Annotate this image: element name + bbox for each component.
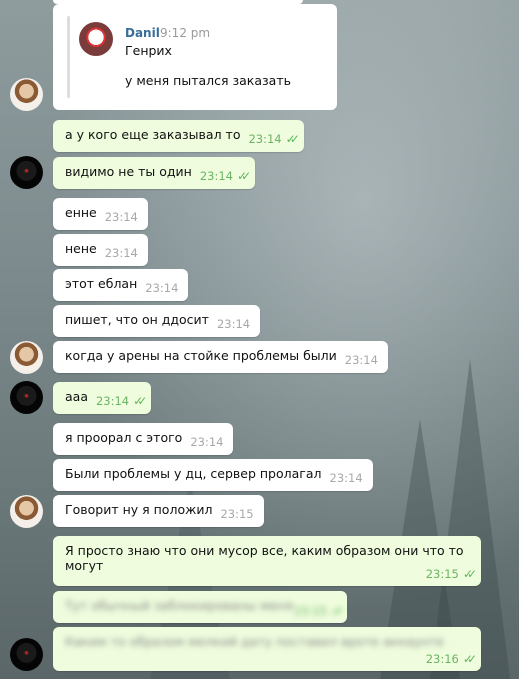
message-bubble[interactable]: пишет, что он ддосит 23:14 bbox=[53, 305, 261, 337]
double-check-icon: ✓✓ bbox=[330, 604, 345, 618]
message-bubble[interactable]: Каким то образом мелкий дату поставил вр… bbox=[53, 627, 481, 671]
quote-bar bbox=[67, 16, 70, 98]
message-bubble[interactable]: когда у арены на стойке проблемы были 23:… bbox=[53, 341, 388, 373]
quoted-author-avatar[interactable] bbox=[79, 22, 113, 56]
message-text: Были проблемы у дц, сервер пролагал bbox=[65, 466, 322, 481]
message-bubble[interactable]: енне 23:14 bbox=[53, 198, 148, 230]
avatar[interactable] bbox=[10, 495, 43, 528]
message-text: Я просто знаю что они мусор все, каким о… bbox=[65, 543, 464, 558]
message-time: 23:15 bbox=[220, 507, 254, 521]
quoted-time: 9:12 pm bbox=[160, 26, 211, 40]
message-text: ааа bbox=[65, 389, 88, 404]
message-time: 23:14 bbox=[248, 132, 282, 146]
message-text: могут bbox=[65, 558, 104, 573]
message-text: когда у арены на стойке проблемы были bbox=[65, 348, 337, 363]
message-text: я проорал с этого bbox=[65, 430, 183, 445]
message-time: 23:14 bbox=[329, 471, 363, 485]
message-text: Говорит ну я положил bbox=[65, 502, 213, 517]
message-bubble[interactable]: этот еблан 23:14 bbox=[53, 269, 189, 301]
message-bubble[interactable]: ааа 23:14 ✓✓ bbox=[53, 382, 152, 414]
message-time: 23:14 bbox=[190, 435, 224, 449]
avatar[interactable] bbox=[10, 381, 43, 414]
message-text: этот еблан bbox=[65, 276, 138, 291]
quoted-text: Генрих bbox=[125, 43, 172, 58]
message-time: 23:14 bbox=[199, 169, 234, 183]
avatar[interactable] bbox=[10, 638, 43, 671]
message-text-blurred: Тут обычный заблокированы меня bbox=[65, 598, 293, 613]
double-check-icon: ✓✓ bbox=[237, 169, 251, 183]
message-bubble[interactable]: Я просто знаю что они мусор все, каким о… bbox=[53, 536, 481, 586]
message-time: 23:14 bbox=[95, 394, 130, 408]
message-bubble[interactable]: я проорал с этого 23:14 bbox=[53, 423, 234, 455]
message-time: 23:14 bbox=[104, 210, 138, 224]
quoted-author-name[interactable]: Danil bbox=[125, 26, 160, 40]
message-time: 23:14 bbox=[216, 317, 251, 331]
message-bubble[interactable]: Тут обычный заблокированы меня 23:15 ✓✓ bbox=[53, 591, 347, 623]
message-text: видимо не ты один bbox=[65, 164, 192, 179]
quoted-text: у меня пытался заказать bbox=[125, 73, 291, 88]
message-text: нене bbox=[65, 241, 97, 256]
message-time: 23:14 bbox=[344, 353, 378, 367]
message-bubble[interactable]: нене 23:14 bbox=[53, 234, 148, 266]
avatar[interactable] bbox=[10, 156, 43, 189]
message-text-blurred: Каким то образом мелкий дату поставил вр… bbox=[65, 634, 444, 649]
double-check-icon: ✓✓ bbox=[285, 132, 300, 146]
message-bubble[interactable]: Были проблемы у дц, сервер пролагал 23:14 bbox=[53, 459, 373, 491]
double-check-icon: ✓✓ bbox=[462, 652, 477, 666]
double-check-icon: ✓✓ bbox=[462, 567, 477, 581]
message-text: пишет, что он ддосит bbox=[65, 312, 209, 327]
message-text: енне bbox=[65, 205, 97, 220]
message-time: 23:14 bbox=[145, 281, 179, 295]
forwarded-message[interactable]: Danil 9:12 pm Генрих у меня пытался зака… bbox=[53, 4, 337, 110]
double-check-icon: ✓✓ bbox=[133, 394, 147, 408]
message-bubble[interactable]: видимо не ты один 23:14 ✓✓ bbox=[53, 157, 256, 189]
message-time: 23:14 bbox=[104, 246, 138, 260]
message-bubble[interactable]: Говорит ну я положил 23:15 bbox=[53, 495, 264, 527]
message-bubble[interactable]: а у кого еще заказывал то 23:14 ✓✓ bbox=[53, 120, 304, 152]
message-text: а у кого еще заказывал то bbox=[65, 127, 241, 142]
avatar[interactable] bbox=[10, 78, 43, 111]
message-time: 23:16 bbox=[425, 652, 459, 666]
message-time: 23:15 bbox=[425, 567, 459, 581]
avatar[interactable] bbox=[10, 341, 43, 374]
message-time: 23:15 bbox=[293, 604, 327, 618]
